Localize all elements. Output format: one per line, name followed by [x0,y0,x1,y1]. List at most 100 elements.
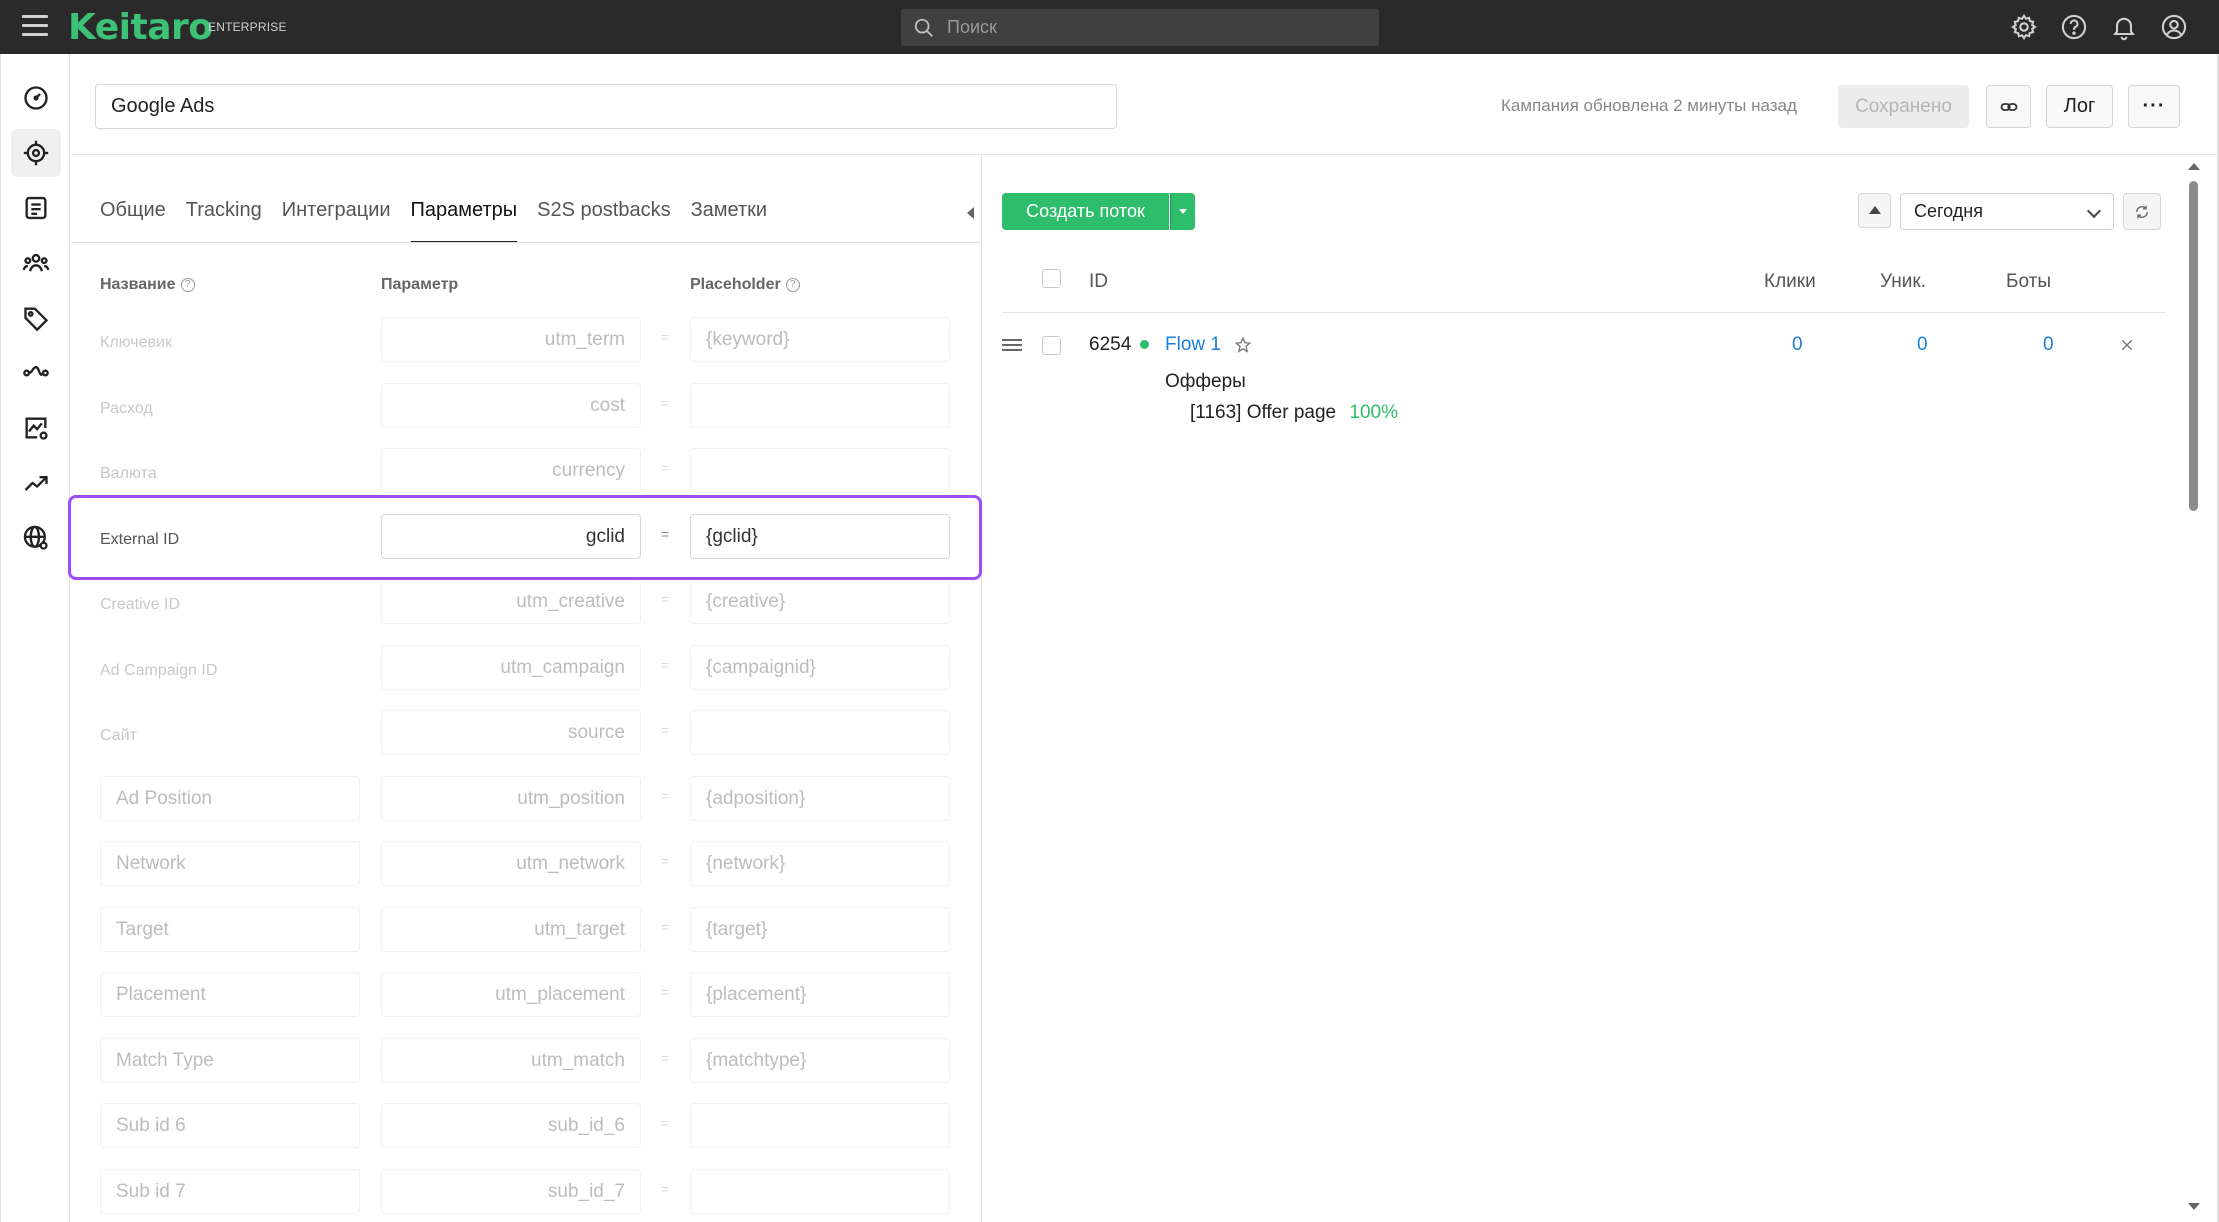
column-bots[interactable]: Боты [2006,271,2051,293]
flow-checkbox[interactable] [1042,336,1061,355]
help-icon[interactable] [2060,13,2088,41]
parameter-name-input[interactable]: Placement [100,972,360,1017]
sidebar-item-dashboard[interactable] [11,74,61,122]
sidebar-item-affiliate-networks[interactable] [11,239,61,287]
parameter-placeholder-input[interactable] [690,710,950,755]
link-button[interactable] [1986,85,2031,128]
flow-name-link[interactable]: Flow 1 [1165,334,1221,356]
page-scrollbar[interactable] [2183,155,2205,1222]
parameter-label: Расход [100,400,153,417]
parameter-name-input[interactable]: Ad Position [100,776,360,821]
parameter-placeholder-input[interactable]: {network} [690,841,950,886]
help-icon[interactable]: ? [785,278,800,292]
parameter-placeholder-input[interactable]: {campaignid} [690,645,950,690]
drag-handle-icon[interactable] [1002,339,1022,351]
parameter-placeholder-input[interactable] [690,1103,950,1148]
flow-unique[interactable]: 0 [1917,334,1928,356]
sidebar-item-domains[interactable] [11,514,61,562]
column-unique[interactable]: Уник. [1880,271,1926,293]
campaign-settings-panel: Общие Tracking Интеграции Параметры S2S … [71,155,982,1222]
close-icon[interactable] [2120,338,2134,352]
equals-sign: = [661,526,670,542]
tab-s2s-postbacks[interactable]: S2S postbacks [537,199,670,243]
scroll-down-arrow[interactable] [2188,1203,2200,1210]
parameter-key-input[interactable]: utm_position [381,776,641,821]
parameter-placeholder-input[interactable] [690,383,950,428]
parameter-placeholder-input[interactable]: {target} [690,907,950,952]
create-flow-button[interactable]: Создать поток [1002,193,1169,230]
sidebar-item-offers[interactable] [11,184,61,232]
user-icon[interactable] [2160,13,2188,41]
tab-general[interactable]: Общие [100,199,166,243]
top-bar: Keitaro ENTERPRISE [0,0,2219,54]
sidebar-item-sources[interactable] [11,294,61,342]
more-button[interactable]: ··· [2128,85,2180,128]
parameter-key-input[interactable]: utm_match [381,1038,641,1083]
star-icon[interactable] [1234,336,1252,354]
parameter-placeholder-input[interactable]: {creative} [690,579,950,624]
parameter-key-input[interactable]: utm_term [381,317,641,362]
select-all-checkbox[interactable] [1042,269,1061,288]
create-flow-dropdown-button[interactable] [1170,193,1195,230]
parameter-key-input[interactable]: utm_network [381,841,641,886]
tab-notes[interactable]: Заметки [691,199,768,243]
column-header-name: Название? [100,276,195,294]
log-button[interactable]: Лог [2046,85,2113,128]
sidebar-item-trends[interactable] [11,459,61,507]
equals-sign: = [661,1181,670,1197]
collapse-up-button[interactable] [1858,193,1891,228]
logo[interactable]: Keitaro [68,7,213,48]
flow-clicks[interactable]: 0 [1792,334,1803,356]
parameter-name-input[interactable]: Sub id 6 [100,1103,360,1148]
search-input[interactable] [947,9,1367,46]
parameter-key-input[interactable]: utm_placement [381,972,641,1017]
link-icon [2000,102,2017,111]
parameter-placeholder-input[interactable]: {adposition} [690,776,950,821]
help-icon[interactable]: ? [180,278,195,292]
parameter-placeholder-input[interactable]: {matchtype} [690,1038,950,1083]
menu-icon[interactable] [22,15,48,39]
parameter-placeholder-input[interactable]: {placement} [690,972,950,1017]
parameter-placeholder-input[interactable]: {gclid} [690,514,950,559]
bell-icon[interactable] [2110,13,2138,41]
parameter-placeholder-input[interactable] [690,1169,950,1214]
parameter-name-input[interactable]: Target [100,907,360,952]
sidebar-item-reports[interactable] [11,404,61,452]
parameter-key-input[interactable]: utm_target [381,907,641,952]
column-id[interactable]: ID [1089,271,1108,293]
column-clicks[interactable]: Клики [1764,271,1816,293]
parameter-key-input[interactable]: sub_id_7 [381,1169,641,1214]
globe-gear-icon [23,525,48,550]
save-button[interactable]: Сохранено [1838,85,1969,128]
parameter-name-input[interactable]: Network [100,841,360,886]
parameter-key-input[interactable]: sub_id_6 [381,1103,641,1148]
tab-integrations[interactable]: Интеграции [282,199,391,243]
collapse-panel-icon[interactable] [967,207,974,219]
scroll-up-arrow[interactable] [2188,163,2200,170]
sidebar-item-campaigns[interactable] [11,129,61,177]
parameter-placeholder-input[interactable]: {keyword} [690,317,950,362]
tab-parameters[interactable]: Параметры [410,199,518,243]
refresh-button[interactable] [2123,193,2161,230]
parameter-row: Target utm_target = {target} [71,903,982,953]
parameter-name-input[interactable]: Match Type [100,1038,360,1083]
parameter-key-input[interactable]: cost [381,383,641,428]
parameter-key-input[interactable]: currency [381,448,641,493]
parameter-row: Ad Campaign ID utm_campaign = {campaignid} [71,641,982,691]
parameter-name-input[interactable]: Sub id 7 [100,1169,360,1214]
tab-tracking[interactable]: Tracking [186,199,262,243]
parameter-key-input[interactable]: gclid [381,514,641,559]
sidebar-item-flows[interactable] [11,349,61,397]
parameter-placeholder-input[interactable] [690,448,950,493]
campaign-name-input[interactable] [95,84,1117,129]
settings-icon[interactable] [2010,13,2038,41]
period-select[interactable]: Сегодня [1900,193,2114,230]
search-box[interactable] [901,9,1379,46]
parameter-key-input[interactable]: utm_creative [381,579,641,624]
parameter-key-input[interactable]: utm_campaign [381,645,641,690]
flow-bots[interactable]: 0 [2043,334,2054,356]
equals-sign: = [661,788,670,804]
parameter-key-input[interactable]: source [381,710,641,755]
scroll-thumb[interactable] [2189,181,2198,511]
parameter-label: Ключевик [100,334,172,351]
